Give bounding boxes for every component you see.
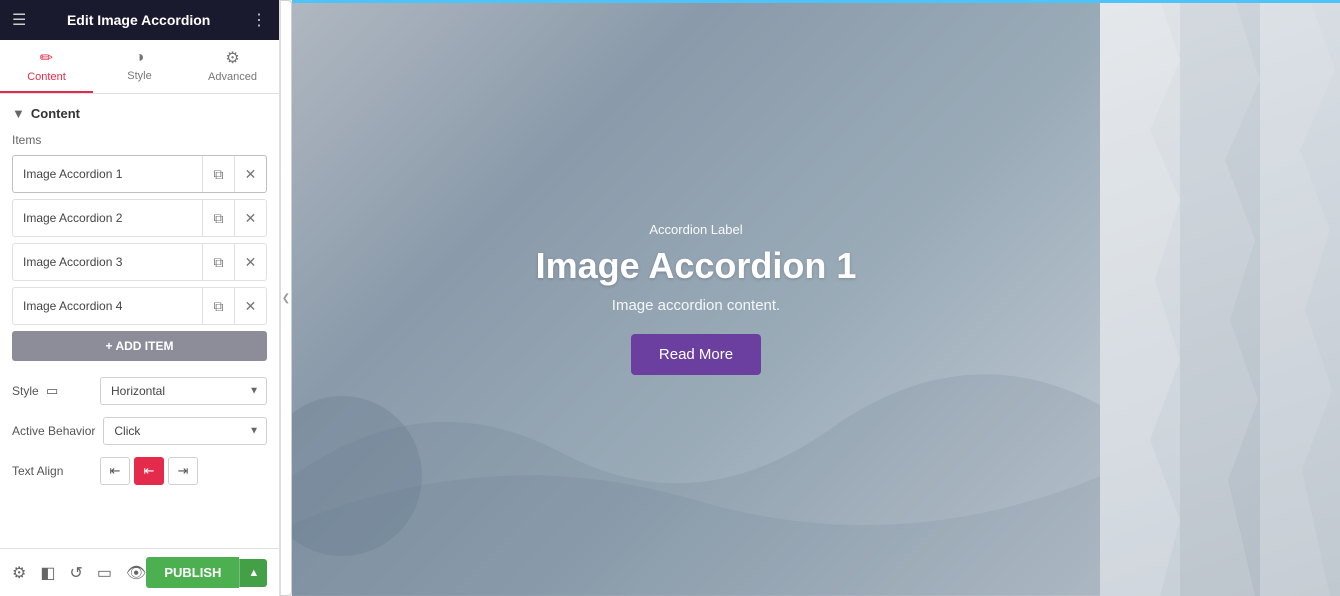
active-behavior-select[interactable]: Click Hover bbox=[103, 417, 267, 445]
text-align-label: Text Align bbox=[12, 464, 92, 478]
accordion-item-label-1[interactable]: Image Accordion 1 bbox=[13, 159, 202, 189]
panel-title: Edit Image Accordion bbox=[67, 12, 210, 28]
style-select-wrapper: Horizontal Vertical ▼ bbox=[100, 377, 267, 405]
accordion-item-label-2[interactable]: Image Accordion 2 bbox=[13, 203, 202, 233]
advanced-tab-label: Advanced bbox=[208, 71, 257, 83]
accordion-content: Accordion Label Image Accordion 1 Image … bbox=[536, 222, 857, 375]
accordion-inactive-panel-3[interactable] bbox=[1260, 0, 1340, 596]
items-label: Items bbox=[12, 133, 267, 147]
layers-icon[interactable]: ◧ bbox=[40, 563, 55, 583]
publish-group: PUBLISH ▲ bbox=[146, 557, 267, 588]
delete-item-3-button[interactable]: ✕ bbox=[234, 244, 266, 280]
jagged-deco-3 bbox=[1260, 0, 1340, 596]
content-tab-icon: ✏ bbox=[40, 48, 53, 68]
active-behavior-select-wrapper: Click Hover ▼ bbox=[103, 417, 267, 445]
tab-style[interactable]: ◑ Style bbox=[93, 40, 186, 93]
text-align-form-row: Text Align ⇤ ⇤ ⇥ bbox=[12, 457, 267, 485]
accordion-inactive-panel-1[interactable] bbox=[1100, 0, 1180, 596]
jagged-deco-1 bbox=[1100, 0, 1180, 596]
align-left-button[interactable]: ⇤ bbox=[100, 457, 130, 485]
accordion-panel-label: Accordion Label bbox=[536, 222, 857, 237]
copy-item-2-button[interactable]: ⧉ bbox=[202, 200, 234, 236]
advanced-tab-icon: ⚙ bbox=[225, 48, 239, 68]
copy-item-3-button[interactable]: ⧉ bbox=[202, 244, 234, 280]
accordion-item-row-2[interactable]: Image Accordion 2 ⧉ ✕ bbox=[12, 199, 267, 237]
style-form-row: Style ▭ Horizontal Vertical ▼ bbox=[12, 377, 267, 405]
copy-item-4-button[interactable]: ⧉ bbox=[202, 288, 234, 324]
accordion-panel-title: Image Accordion 1 bbox=[536, 245, 857, 287]
tab-advanced[interactable]: ⚙ Advanced bbox=[186, 40, 279, 93]
delete-item-2-button[interactable]: ✕ bbox=[234, 200, 266, 236]
tabs-bar: ✏ Content ◑ Style ⚙ Advanced bbox=[0, 40, 279, 94]
tab-content[interactable]: ✏ Content bbox=[0, 40, 93, 93]
accordion-item-label-4[interactable]: Image Accordion 4 bbox=[13, 291, 202, 321]
history-icon[interactable]: ↺ bbox=[69, 563, 82, 583]
preview-icon[interactable]: 👁 bbox=[126, 563, 146, 583]
content-tab-label: Content bbox=[27, 71, 66, 83]
responsive-icon[interactable]: ▭ bbox=[97, 563, 112, 583]
text-align-buttons: ⇤ ⇤ ⇥ bbox=[100, 457, 198, 485]
settings-icon[interactable]: ⚙ bbox=[12, 563, 26, 583]
grid-icon[interactable]: ⋮ bbox=[251, 10, 267, 30]
publish-dropdown-button[interactable]: ▲ bbox=[239, 559, 267, 587]
bottom-icons-group: ⚙ ◧ ↺ ▭ 👁 bbox=[12, 563, 146, 583]
menu-icon[interactable]: ☰ bbox=[12, 10, 26, 30]
read-more-button[interactable]: Read More bbox=[631, 334, 761, 375]
delete-item-4-button[interactable]: ✕ bbox=[234, 288, 266, 324]
accordion-preview: Accordion Label Image Accordion 1 Image … bbox=[292, 0, 1340, 596]
style-label: Style ▭ bbox=[12, 383, 92, 399]
accordion-panel-description: Image accordion content. bbox=[536, 297, 857, 314]
style-icon: ▭ bbox=[46, 383, 58, 398]
accordion-item-row-3[interactable]: Image Accordion 3 ⧉ ✕ bbox=[12, 243, 267, 281]
add-item-button[interactable]: + ADD ITEM bbox=[12, 331, 267, 361]
delete-item-1-button[interactable]: ✕ bbox=[234, 156, 266, 192]
section-collapse-arrow[interactable]: ▼ bbox=[12, 106, 25, 121]
style-tab-label: Style bbox=[127, 70, 151, 82]
align-right-button[interactable]: ⇥ bbox=[168, 457, 198, 485]
top-bar: ☰ Edit Image Accordion ⋮ bbox=[0, 0, 279, 40]
preview-area: Accordion Label Image Accordion 1 Image … bbox=[292, 0, 1340, 596]
left-panel: ☰ Edit Image Accordion ⋮ ✏ Content ◑ Sty… bbox=[0, 0, 280, 596]
accordion-active-panel: Accordion Label Image Accordion 1 Image … bbox=[292, 0, 1100, 596]
accordion-item-row-4[interactable]: Image Accordion 4 ⧉ ✕ bbox=[12, 287, 267, 325]
active-behavior-form-row: Active Behavior Click Hover ▼ bbox=[12, 417, 267, 445]
content-section-header: ▼ Content bbox=[12, 106, 267, 121]
accordion-item-row-1[interactable]: Image Accordion 1 ⧉ ✕ bbox=[12, 155, 267, 193]
style-select[interactable]: Horizontal Vertical bbox=[100, 377, 267, 405]
section-title: Content bbox=[31, 106, 80, 121]
preview-border-top bbox=[292, 0, 1340, 3]
jagged-deco-2 bbox=[1180, 0, 1260, 596]
panel-collapse-handle[interactable]: ❮ bbox=[280, 0, 292, 596]
publish-button[interactable]: PUBLISH bbox=[146, 557, 239, 588]
accordion-inactive-panel-2[interactable] bbox=[1180, 0, 1260, 596]
copy-item-1-button[interactable]: ⧉ bbox=[202, 156, 234, 192]
style-tab-icon: ◑ bbox=[135, 49, 145, 67]
panel-content: ▼ Content Items Image Accordion 1 ⧉ ✕ Im… bbox=[0, 94, 279, 548]
active-behavior-label: Active Behavior bbox=[12, 424, 95, 438]
align-center-button[interactable]: ⇤ bbox=[134, 457, 164, 485]
bottom-toolbar: ⚙ ◧ ↺ ▭ 👁 PUBLISH ▲ bbox=[0, 548, 279, 596]
accordion-item-label-3[interactable]: Image Accordion 3 bbox=[13, 247, 202, 277]
